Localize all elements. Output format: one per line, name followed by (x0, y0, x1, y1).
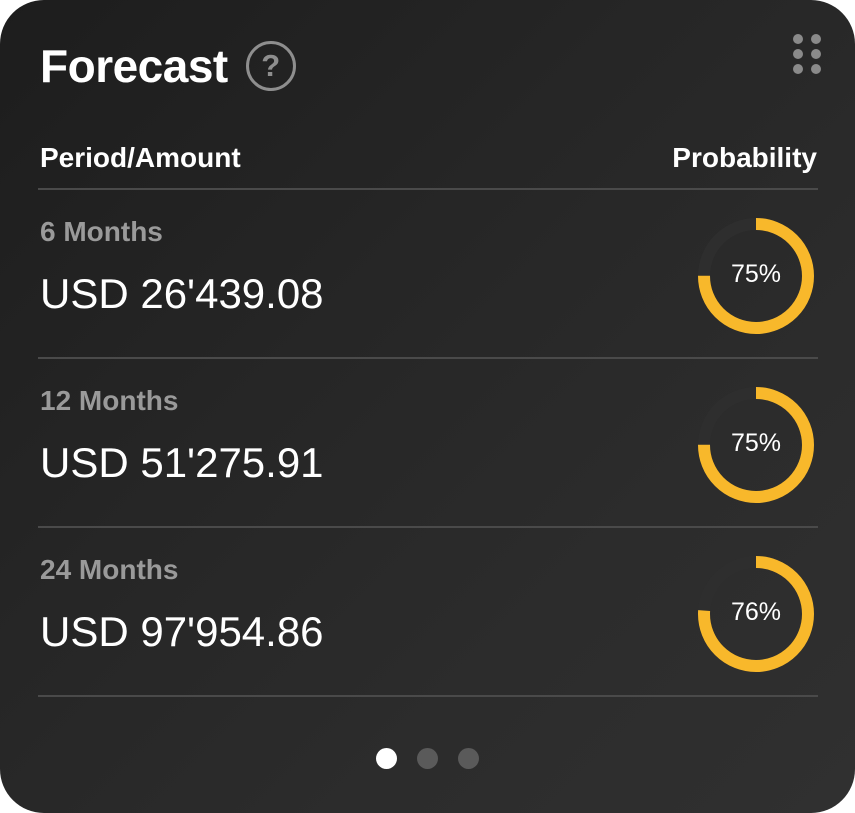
divider (38, 695, 818, 697)
grip-dots-icon[interactable] (793, 34, 821, 74)
page-dot[interactable] (417, 748, 438, 769)
page-indicator (0, 748, 855, 769)
probability-ring: 75% (698, 218, 814, 334)
amount-value: USD 97'954.86 (40, 608, 324, 655)
column-header-probability: Probability (672, 142, 817, 173)
forecast-row[interactable]: 24 Months USD 97'954.86 76% (38, 528, 818, 696)
period-label: 6 Months (40, 216, 163, 247)
forecast-row[interactable]: 12 Months USD 51'275.91 75% (38, 359, 818, 527)
page-dot[interactable] (376, 748, 397, 769)
forecast-row[interactable]: 6 Months USD 26'439.08 75% (38, 190, 818, 358)
amount-value: USD 26'439.08 (40, 270, 324, 317)
probability-ring: 75% (698, 387, 814, 503)
probability-label: 75% (730, 428, 782, 457)
help-icon[interactable]: ? (245, 41, 296, 91)
column-header-period: Period/Amount (40, 142, 241, 173)
period-label: 24 Months (40, 554, 179, 585)
forecast-widget: Forecast ? Period/Amount Probability 6 M… (0, 0, 855, 813)
probability-label: 75% (730, 259, 782, 288)
widget-title: Forecast (40, 40, 228, 92)
probability-label: 76% (730, 597, 782, 626)
period-label: 12 Months (40, 385, 179, 416)
widget-header: Forecast ? (40, 34, 296, 98)
probability-ring: 76% (698, 556, 814, 672)
amount-value: USD 51'275.91 (40, 439, 324, 486)
page-dot[interactable] (458, 748, 479, 769)
